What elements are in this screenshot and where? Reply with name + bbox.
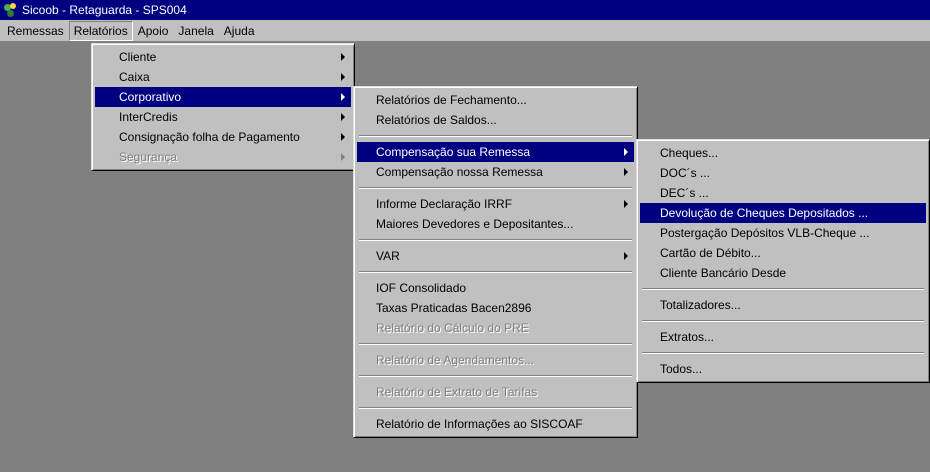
menu-item-extratos[interactable]: Extratos... xyxy=(640,327,926,347)
menu-item-taxas-praticadas[interactable]: Taxas Praticadas Bacen2896 xyxy=(357,298,634,318)
menu-item-compensacao-nossa-remessa[interactable]: Compensação nossa Remessa xyxy=(357,162,634,182)
menu-separator xyxy=(642,320,924,322)
menu-item-relatorios-fechamento[interactable]: Relatórios de Fechamento... xyxy=(357,90,634,110)
menu-item-compensacao-sua-remessa[interactable]: Compensação sua Remessa xyxy=(357,142,634,162)
menu-item-cliente[interactable]: Cliente xyxy=(95,47,351,67)
menu-bar: Remessas Relatórios Apoio Janela Ajuda xyxy=(0,20,930,42)
submenu-arrow-icon xyxy=(341,53,345,61)
submenu-arrow-icon xyxy=(341,73,345,81)
menu-item-intercredis[interactable]: InterCredis xyxy=(95,107,351,127)
menu-separator xyxy=(359,375,632,377)
submenu-arrow-icon xyxy=(624,252,628,260)
menu-separator xyxy=(359,407,632,409)
submenu-arrow-icon xyxy=(624,148,628,156)
submenu-arrow-icon xyxy=(624,168,628,176)
submenu-arrow-icon xyxy=(341,113,345,121)
menu-item-totalizadores[interactable]: Totalizadores... xyxy=(640,295,926,315)
menu-item-docs[interactable]: DOC´s ... xyxy=(640,163,926,183)
menu-item-calculo-pre: Relatório do Cálculo do PRE xyxy=(376,321,529,335)
menu-item-todos[interactable]: Todos... xyxy=(640,359,926,379)
menu-item-agendamentos: Relatório de Agendamentos... xyxy=(376,353,535,367)
submenu-arrow-icon xyxy=(341,93,345,101)
submenu-arrow-icon xyxy=(341,153,345,161)
relatorios-dropdown: Cliente Caixa Corporativo InterCredis Co… xyxy=(91,43,355,171)
menu-ajuda[interactable]: Ajuda xyxy=(219,21,260,41)
menu-item-relatorios-saldos[interactable]: Relatórios de Saldos... xyxy=(357,110,634,130)
menu-item-extrato-tarifas: Relatório de Extrato de Tarifas xyxy=(376,385,538,399)
menu-item-cliente-bancario[interactable]: Cliente Bancário Desde xyxy=(640,263,926,283)
app-icon xyxy=(4,3,18,17)
window-title: Sicoob - Retaguarda - SPS004 xyxy=(22,3,187,17)
menu-janela[interactable]: Janela xyxy=(173,21,218,41)
submenu-arrow-icon xyxy=(341,133,345,141)
menu-item-consignacao[interactable]: Consignação folha de Pagamento xyxy=(95,127,351,147)
menu-item-decs[interactable]: DEC´s ... xyxy=(640,183,926,203)
menu-separator xyxy=(359,343,632,345)
menu-item-cheques[interactable]: Cheques... xyxy=(640,143,926,163)
menu-separator xyxy=(359,187,632,189)
menu-item-cartao-debito[interactable]: Cartão de Débito... xyxy=(640,243,926,263)
menu-separator xyxy=(642,352,924,354)
menu-separator xyxy=(359,271,632,273)
menu-remessas[interactable]: Remessas xyxy=(2,21,69,41)
menu-item-var[interactable]: VAR xyxy=(357,246,634,266)
menu-item-seguranca: Segurança xyxy=(95,147,351,167)
menu-item-iof-consolidado[interactable]: IOF Consolidado xyxy=(357,278,634,298)
title-bar: Sicoob - Retaguarda - SPS004 xyxy=(0,0,930,20)
menu-item-caixa[interactable]: Caixa xyxy=(95,67,351,87)
submenu-arrow-icon xyxy=(624,200,628,208)
corporativo-submenu: Relatórios de Fechamento... Relatórios d… xyxy=(353,86,638,438)
menu-separator xyxy=(359,135,632,137)
menu-item-devolucao-cheques[interactable]: Devolução de Cheques Depositados ... xyxy=(640,203,926,223)
menu-relatorios[interactable]: Relatórios xyxy=(68,20,133,41)
menu-separator xyxy=(359,239,632,241)
menu-apoio[interactable]: Apoio xyxy=(133,21,174,41)
menu-item-maiores-devedores[interactable]: Maiores Devedores e Depositantes... xyxy=(357,214,634,234)
menu-item-informe-irrf[interactable]: Informe Declaração IRRF xyxy=(357,194,634,214)
menu-separator xyxy=(642,288,924,290)
compensacao-submenu: Cheques... DOC´s ... DEC´s ... Devolução… xyxy=(636,139,930,383)
menu-item-siscoaf[interactable]: Relatório de Informações ao SISCOAF xyxy=(357,414,634,434)
menu-item-corporativo[interactable]: Corporativo xyxy=(95,87,351,107)
menu-item-postergacao-depositos[interactable]: Postergação Depósitos VLB-Cheque ... xyxy=(640,223,926,243)
